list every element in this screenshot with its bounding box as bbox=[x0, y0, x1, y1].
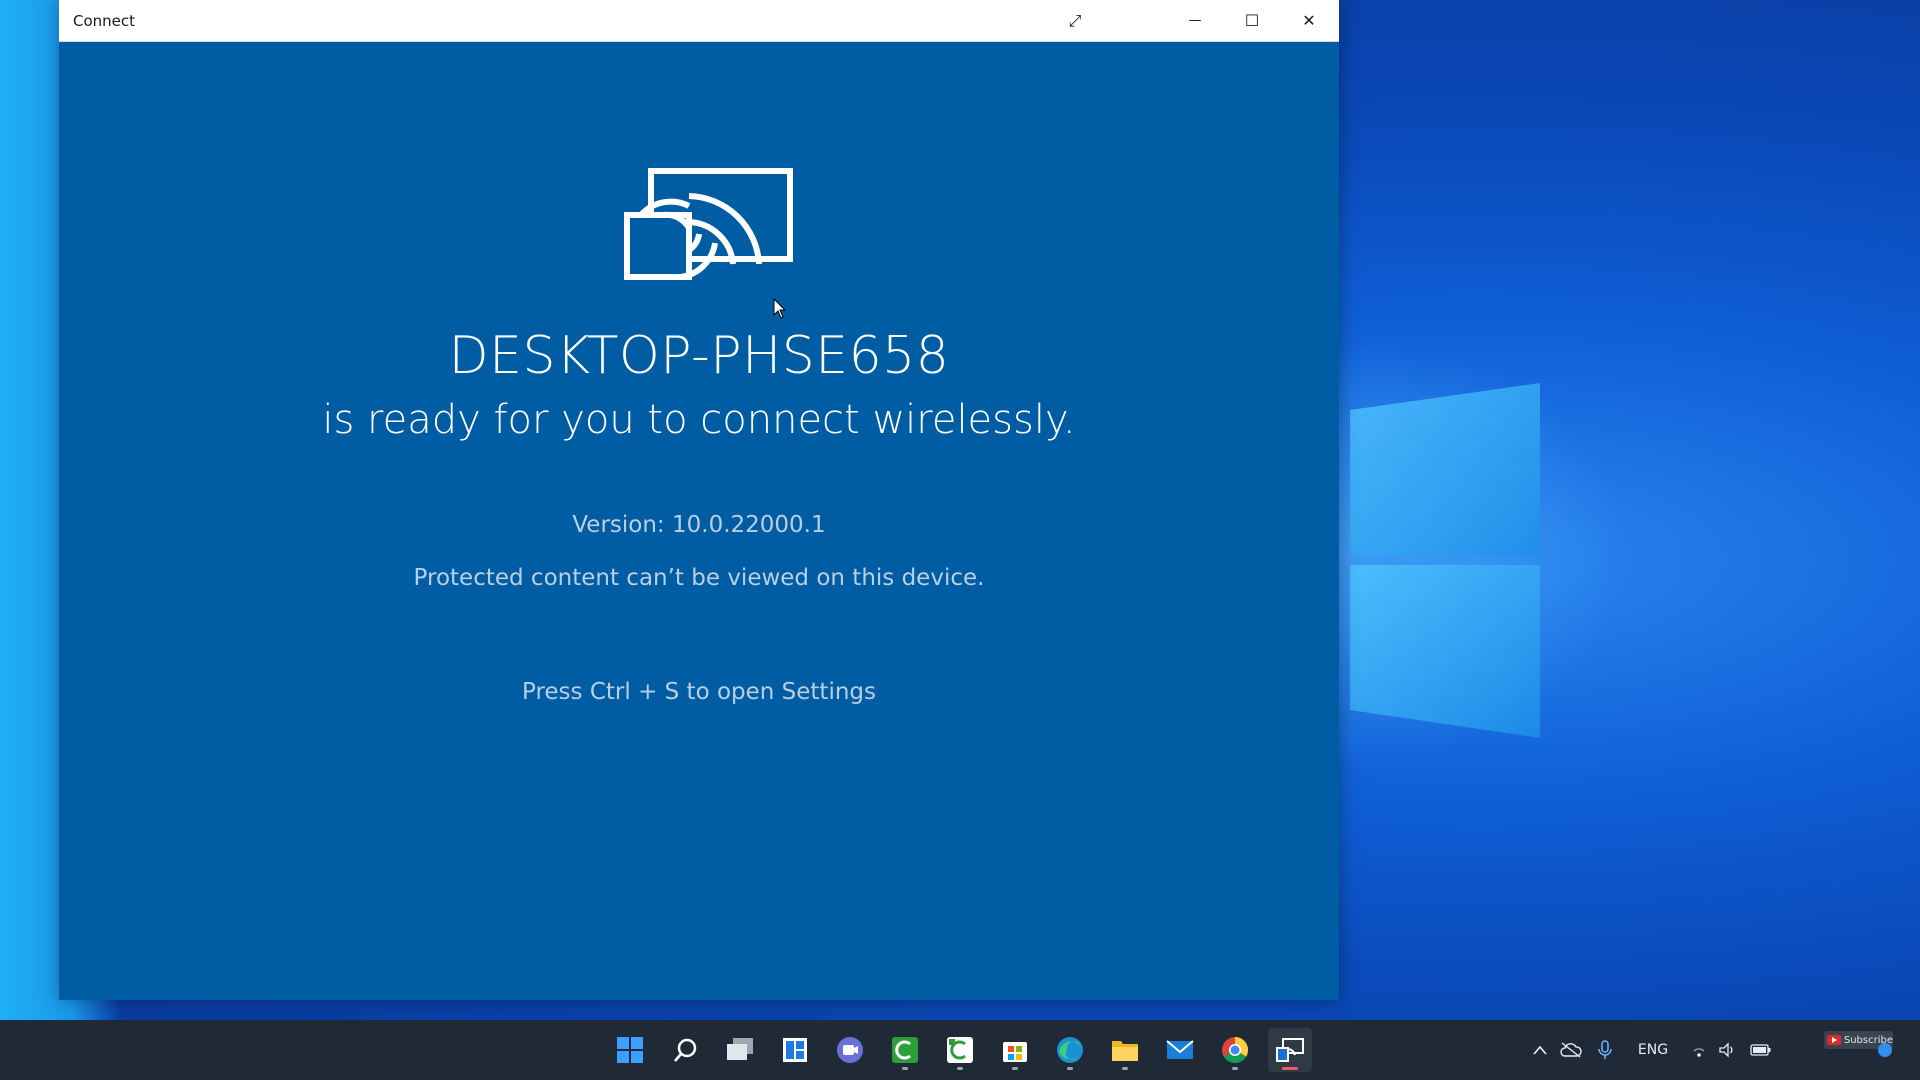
maximize-button[interactable]: ☐ bbox=[1224, 0, 1280, 41]
camtasia-recorder-button[interactable] bbox=[938, 1028, 982, 1072]
speaker-icon bbox=[1719, 1042, 1733, 1058]
store-icon bbox=[1003, 1042, 1027, 1062]
chrome-button[interactable] bbox=[1213, 1028, 1257, 1072]
connect-app-button[interactable] bbox=[1268, 1028, 1312, 1072]
widgets-icon bbox=[783, 1038, 807, 1062]
mouse-pointer-icon bbox=[773, 298, 787, 319]
running-indicator bbox=[1232, 1067, 1238, 1070]
close-button[interactable]: ✕ bbox=[1281, 0, 1337, 41]
camtasia-icon bbox=[892, 1037, 918, 1063]
volume-button[interactable] bbox=[1716, 1040, 1738, 1060]
mail-icon bbox=[1166, 1040, 1194, 1059]
battery-charging-icon bbox=[1750, 1044, 1771, 1056]
widgets-button[interactable] bbox=[773, 1028, 817, 1072]
notification-badge[interactable] bbox=[1878, 1043, 1892, 1057]
microphone-button[interactable] bbox=[1596, 1040, 1614, 1060]
onedrive-button[interactable] bbox=[1559, 1040, 1583, 1060]
expand-icon: ⤢ bbox=[1068, 10, 1082, 30]
chevron-up-icon bbox=[1533, 1045, 1547, 1055]
input-language-button[interactable]: ENG bbox=[1633, 1040, 1673, 1060]
search-icon bbox=[674, 1038, 697, 1062]
youtube-icon bbox=[1827, 1035, 1841, 1045]
network-button[interactable] bbox=[1688, 1040, 1710, 1060]
connect-window: Connect ⤢ — ☐ ✕ DESKTOP-PHSE658 is ready… bbox=[59, 0, 1339, 1000]
maximize-icon: ☐ bbox=[1244, 11, 1260, 30]
search-button[interactable] bbox=[664, 1028, 708, 1072]
running-indicator bbox=[1122, 1067, 1128, 1070]
show-hidden-icons-button[interactable] bbox=[1530, 1040, 1550, 1060]
camtasia-button[interactable] bbox=[883, 1028, 927, 1072]
start-button[interactable] bbox=[608, 1028, 652, 1072]
ready-message: is ready for you to connect wirelessly. bbox=[322, 397, 1076, 443]
connect-app-icon bbox=[1276, 1038, 1304, 1062]
minimize-button[interactable]: — bbox=[1167, 0, 1223, 41]
taskbar bbox=[0, 1020, 1920, 1080]
camtasia-recorder-icon bbox=[947, 1037, 973, 1063]
wireless-projection-icon bbox=[624, 168, 793, 280]
file-explorer-icon bbox=[1112, 1041, 1138, 1061]
device-name: DESKTOP-PHSE658 bbox=[448, 326, 950, 386]
settings-hint: Press Ctrl + S to open Settings bbox=[521, 679, 877, 705]
running-indicator bbox=[957, 1067, 963, 1070]
windows-logo-wallpaper bbox=[1350, 383, 1540, 738]
window-title: Connect bbox=[73, 12, 136, 30]
mail-button[interactable] bbox=[1158, 1028, 1202, 1072]
running-indicator bbox=[902, 1067, 908, 1070]
connect-content: DESKTOP-PHSE658 is ready for you to conn… bbox=[59, 41, 1339, 1000]
wifi-icon bbox=[1693, 1048, 1705, 1057]
running-indicator bbox=[1012, 1067, 1018, 1070]
edge-button[interactable] bbox=[1048, 1028, 1092, 1072]
teams-chat-icon bbox=[837, 1037, 863, 1063]
start-icon bbox=[617, 1037, 643, 1063]
version-text: Version: 10.0.22000.1 bbox=[572, 512, 826, 538]
edge-icon bbox=[1057, 1037, 1083, 1063]
active-indicator bbox=[1282, 1067, 1298, 1070]
microsoft-store-button[interactable] bbox=[993, 1028, 1037, 1072]
minimize-icon: — bbox=[1188, 13, 1202, 28]
cloud-offline-icon bbox=[1560, 1042, 1582, 1058]
expand-button[interactable]: ⤢ bbox=[1047, 0, 1103, 41]
language-indicator: ENG bbox=[1637, 1042, 1669, 1058]
protected-content-notice: Protected content can’t be viewed on thi… bbox=[413, 565, 985, 591]
title-bar[interactable]: Connect ⤢ — ☐ ✕ bbox=[59, 0, 1339, 42]
file-explorer-button[interactable] bbox=[1103, 1028, 1147, 1072]
chrome-icon bbox=[1222, 1036, 1249, 1064]
running-indicator bbox=[1067, 1067, 1073, 1070]
battery-button[interactable] bbox=[1749, 1040, 1773, 1060]
teams-chat-button[interactable] bbox=[828, 1028, 872, 1072]
task-view-icon bbox=[727, 1038, 753, 1060]
microphone-icon bbox=[1598, 1040, 1612, 1059]
close-icon: ✕ bbox=[1302, 11, 1316, 30]
task-view-button[interactable] bbox=[718, 1028, 762, 1072]
